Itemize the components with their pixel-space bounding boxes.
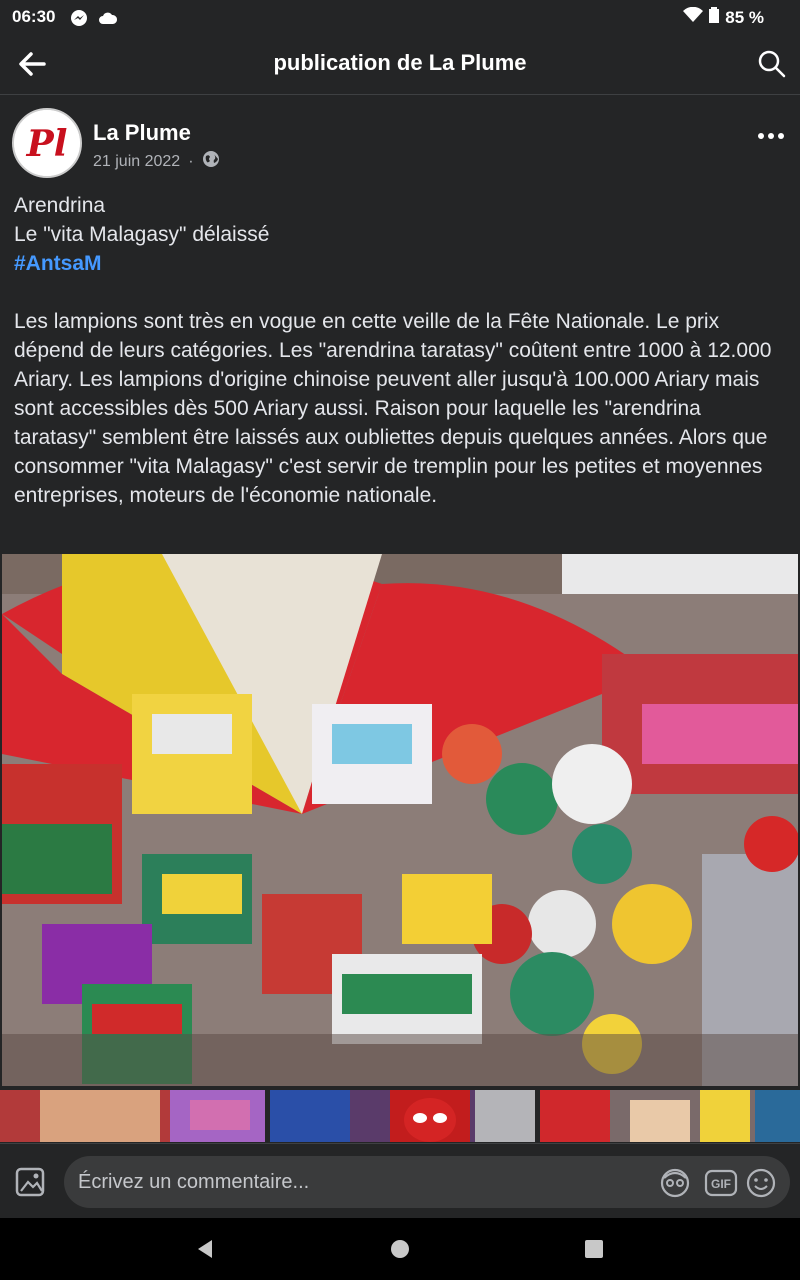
- search-button[interactable]: [754, 46, 790, 82]
- author-avatar[interactable]: Pl: [12, 108, 82, 178]
- post-meta: 21 juin 2022 ·: [93, 150, 220, 173]
- cloud-icon: [98, 10, 118, 30]
- post-thumbnail-3[interactable]: [540, 1090, 800, 1142]
- post-date[interactable]: 21 juin 2022: [93, 153, 180, 171]
- system-nav-bar: [0, 1218, 800, 1280]
- avatar-sticker-icon[interactable]: [658, 1166, 692, 1200]
- messenger-icon: [70, 9, 88, 32]
- status-right: 85 %: [683, 6, 764, 28]
- globe-icon: [202, 150, 220, 173]
- page-title: publication de La Plume: [273, 50, 527, 75]
- post-body: Les lampions sont très en vogue en cette…: [14, 310, 772, 507]
- app-bar: publication de La Plume: [0, 34, 800, 95]
- add-photo-button[interactable]: [14, 1164, 50, 1200]
- battery-icon: [709, 7, 720, 28]
- comment-bar: Écrivez un commentaire... GIF: [0, 1143, 800, 1218]
- recents-square-icon[interactable]: [582, 1237, 606, 1261]
- post-main-image[interactable]: [2, 554, 798, 1086]
- author-name[interactable]: La Plume: [93, 120, 191, 146]
- svg-text:Pl: Pl: [26, 123, 68, 165]
- wifi-icon: [683, 6, 704, 28]
- post-thumbnail-2[interactable]: [270, 1090, 535, 1142]
- svg-text:GIF: GIF: [711, 1177, 731, 1191]
- post-text: Arendrina Le "vita Malagasy" délaissé #A…: [14, 191, 784, 510]
- post-thumbnail-1[interactable]: [0, 1090, 265, 1142]
- home-circle-icon[interactable]: [388, 1237, 412, 1261]
- post-title-line1: Arendrina: [14, 194, 106, 217]
- more-options-button[interactable]: [756, 124, 786, 148]
- hashtag-link[interactable]: #AntsaM: [14, 249, 784, 278]
- comment-placeholder: Écrivez un commentaire...: [78, 1171, 310, 1193]
- comment-input[interactable]: Écrivez un commentaire... GIF: [64, 1156, 790, 1208]
- meta-separator: ·: [188, 152, 194, 170]
- status-bar: 06:30 85 %: [0, 0, 800, 34]
- more-horizontal-icon: [758, 133, 784, 139]
- back-triangle-icon[interactable]: [194, 1237, 218, 1261]
- emoji-icon[interactable]: [744, 1166, 778, 1200]
- post-title-line2: Le "vita Malagasy" délaissé: [14, 223, 270, 246]
- image-icon: [15, 1167, 45, 1197]
- status-time: 06:30: [12, 7, 56, 26]
- search-icon: [758, 50, 786, 78]
- battery-level: 85 %: [725, 7, 764, 27]
- gif-button[interactable]: GIF: [704, 1166, 738, 1200]
